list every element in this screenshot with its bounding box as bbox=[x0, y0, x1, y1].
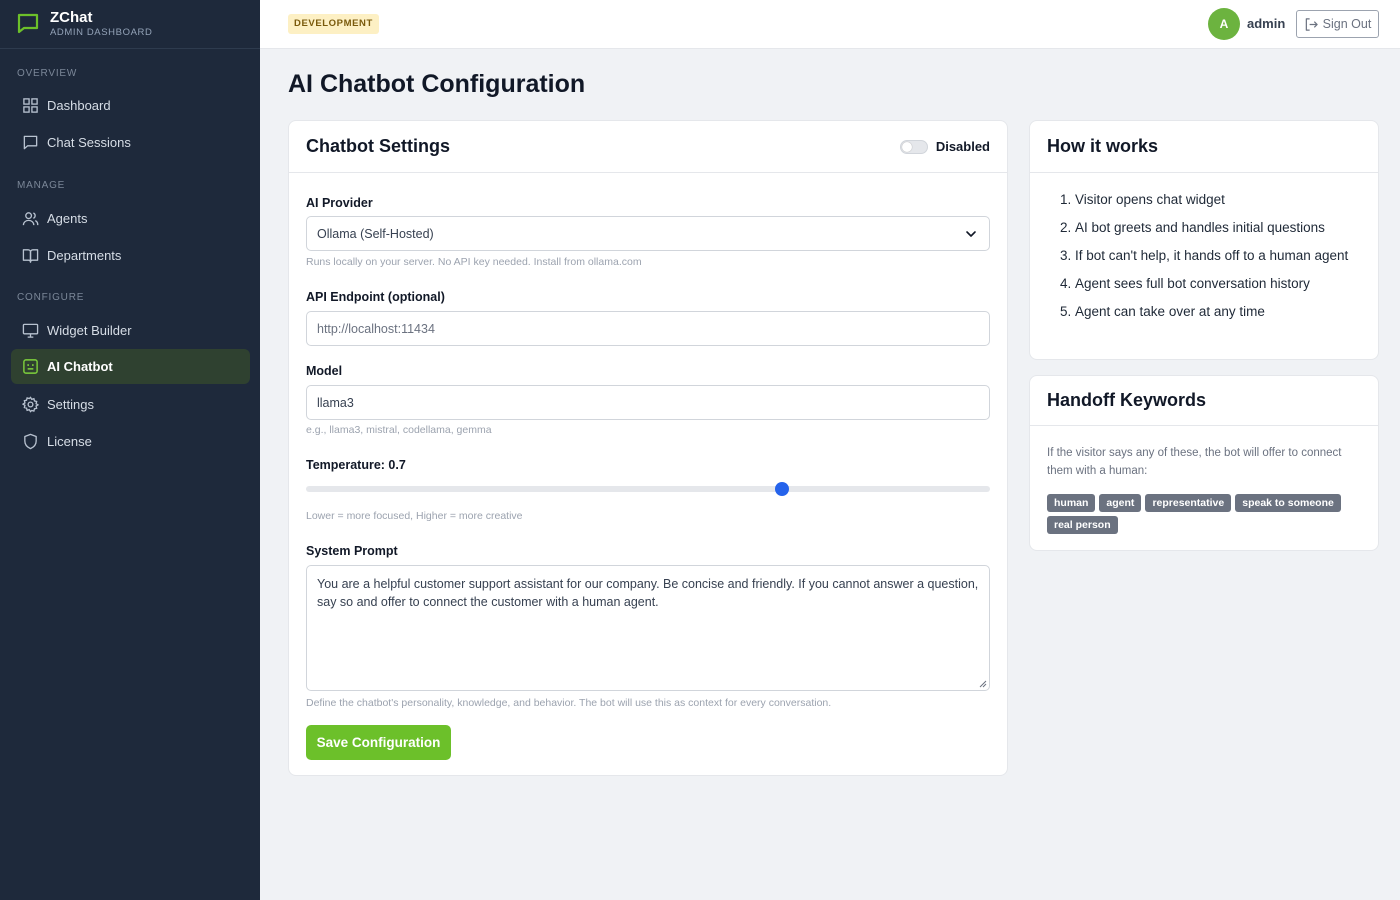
sidebar-item-label: Chat Sessions bbox=[47, 135, 131, 150]
temperature-help: Lower = more focused, Higher = more crea… bbox=[306, 510, 523, 522]
monitor-icon bbox=[21, 322, 39, 340]
sign-out-icon bbox=[1305, 17, 1318, 31]
list-item: 5. Agent can take over at any time bbox=[1060, 304, 1265, 319]
nav-section-manage: MANAGE bbox=[17, 180, 66, 191]
resize-grip-icon[interactable] bbox=[979, 680, 987, 688]
system-prompt-label: System Prompt bbox=[306, 544, 398, 558]
nav-section-overview: OVERVIEW bbox=[17, 68, 78, 79]
keyword-tags: human agent representative speak to some… bbox=[1047, 494, 1347, 534]
sidebar-item-label: License bbox=[47, 434, 92, 449]
toggle-label: Disabled bbox=[935, 139, 990, 154]
keyword-tag: agent bbox=[1099, 494, 1142, 512]
slider-thumb[interactable] bbox=[775, 482, 789, 496]
card-title: How it works bbox=[1047, 136, 1159, 156]
sidebar-item-license[interactable]: License bbox=[11, 424, 250, 459]
ai-provider-help: Runs locally on your server. No API key … bbox=[306, 256, 642, 268]
list-item: 4. Agent sees full bot conversation histo… bbox=[1060, 276, 1310, 291]
sidebar-item-departments[interactable]: Departments bbox=[11, 238, 250, 273]
top-bar: DEVELOPMENT A admin Sign Out bbox=[260, 0, 1400, 49]
sign-out-label: Sign Out bbox=[1322, 17, 1372, 31]
grid-icon bbox=[21, 97, 39, 115]
sidebar-item-widget-builder[interactable]: Widget Builder bbox=[11, 313, 250, 348]
handoff-description: If the visitor says any of these, the bo… bbox=[1047, 447, 1342, 477]
book-icon bbox=[21, 247, 39, 265]
api-endpoint-label: API Endpoint (optional) bbox=[306, 290, 445, 304]
handoff-keywords-card: Handoff Keywords If the visitor says any… bbox=[1029, 375, 1379, 551]
card-header: How it works bbox=[1030, 121, 1378, 173]
sign-out-button[interactable]: Sign Out bbox=[1296, 10, 1379, 38]
brand-name: ZChat bbox=[50, 8, 93, 26]
how-it-works-card: How it works 1. Visitor opens chat widget… bbox=[1029, 120, 1379, 360]
environment-badge: DEVELOPMENT bbox=[288, 14, 379, 34]
list-item: 3. If bot can't help, it hands off to a h… bbox=[1060, 248, 1349, 263]
card-title: Handoff Keywords bbox=[1047, 390, 1207, 410]
sidebar-item-label: AI Chatbot bbox=[47, 359, 113, 374]
shield-icon bbox=[21, 433, 39, 451]
enable-toggle[interactable] bbox=[899, 139, 928, 154]
ai-provider-value: Ollama (Self-Hosted) bbox=[317, 226, 434, 241]
chat-bubble-icon bbox=[21, 134, 39, 152]
save-configuration-button[interactable]: Save Configuration bbox=[306, 725, 451, 760]
sidebar-item-label: Departments bbox=[47, 248, 122, 263]
ai-provider-label: AI Provider bbox=[306, 196, 373, 210]
sidebar-item-settings[interactable]: Settings bbox=[11, 387, 250, 422]
sidebar: ZChat ADMIN DASHBOARD OVERVIEW Dashboard… bbox=[0, 0, 260, 900]
list-item: 2. AI bot greets and handles initial ques… bbox=[1060, 220, 1325, 235]
sidebar-item-label: Widget Builder bbox=[47, 323, 132, 338]
model-label: Model bbox=[306, 364, 343, 378]
keyword-tag: speak to someone bbox=[1235, 494, 1341, 512]
nav-section-configure: CONFIGURE bbox=[17, 292, 85, 303]
users-icon bbox=[21, 210, 39, 228]
chevron-down-icon bbox=[966, 231, 976, 237]
card-header: Handoff Keywords bbox=[1030, 376, 1378, 426]
gear-icon bbox=[21, 396, 39, 414]
model-value: llama3 bbox=[317, 395, 354, 410]
sidebar-item-dashboard[interactable]: Dashboard bbox=[11, 88, 250, 123]
bot-icon bbox=[21, 358, 39, 376]
sidebar-item-chat-sessions[interactable]: Chat Sessions bbox=[11, 125, 250, 160]
keyword-tag: human bbox=[1047, 494, 1096, 512]
list-item: 1. Visitor opens chat widget bbox=[1060, 192, 1225, 207]
sidebar-item-ai-chatbot[interactable]: AI Chatbot bbox=[11, 349, 250, 384]
chatbot-settings-card: Chatbot Settings Disabled AI Provider Ol… bbox=[288, 120, 1008, 776]
card-title: Chatbot Settings bbox=[306, 136, 450, 156]
enable-toggle-group: Disabled bbox=[899, 139, 990, 154]
chat-logo-icon bbox=[17, 13, 39, 34]
avatar[interactable]: A bbox=[1208, 8, 1240, 40]
page-title: AI Chatbot Configuration bbox=[288, 70, 586, 98]
brand-subtitle: ADMIN DASHBOARD bbox=[50, 26, 153, 38]
card-header: Chatbot Settings Disabled bbox=[289, 121, 1007, 173]
api-endpoint-placeholder: http://localhost:11434 bbox=[317, 321, 435, 336]
temperature-label: Temperature: 0.7 bbox=[306, 458, 406, 472]
ai-provider-select[interactable]: Ollama (Self-Hosted) bbox=[306, 216, 990, 251]
model-input[interactable]: llama3 bbox=[306, 385, 990, 420]
system-prompt-help: Define the chatbot's personality, knowle… bbox=[306, 697, 832, 709]
model-help: e.g., llama3, mistral, codellama, gemma bbox=[306, 424, 492, 436]
username: admin bbox=[1247, 16, 1286, 31]
system-prompt-textarea[interactable]: You are a helpful customer support assis… bbox=[306, 565, 990, 691]
keyword-tag: representative bbox=[1145, 494, 1232, 512]
sidebar-item-agents[interactable]: Agents bbox=[11, 201, 250, 236]
steps-list: 1. Visitor opens chat widget 2. AI bot gre… bbox=[1060, 189, 1360, 329]
brand[interactable]: ZChat ADMIN DASHBOARD bbox=[0, 0, 260, 49]
api-endpoint-input[interactable]: http://localhost:11434 bbox=[306, 311, 990, 346]
keyword-tag: real person bbox=[1047, 516, 1118, 534]
sidebar-item-label: Dashboard bbox=[47, 98, 111, 113]
temperature-slider[interactable] bbox=[306, 482, 990, 496]
sidebar-item-label: Agents bbox=[47, 211, 88, 226]
system-prompt-value: You are a helpful customer support assis… bbox=[317, 577, 979, 609]
sidebar-item-label: Settings bbox=[47, 397, 94, 412]
